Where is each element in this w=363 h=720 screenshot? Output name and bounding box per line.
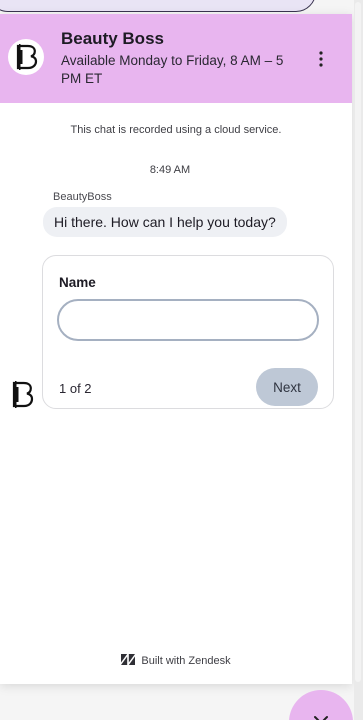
chat-title: Beauty Boss [61,29,164,48]
scrollbar[interactable] [354,0,363,720]
chat-header: Beauty Boss Available Monday to Friday, … [0,14,352,103]
sender-name: BeautyBoss [53,191,112,203]
next-button[interactable]: Next [256,368,318,406]
availability-text: Available Monday to Friday, 8 AM – 5 PM … [61,53,284,86]
agent-message-bubble: Hi there. How can I help you today? [43,207,287,237]
agent-avatar-icon [7,379,37,409]
chat-widget: Beauty Boss Available Monday to Friday, … [0,14,352,684]
name-form-card: Name 1 of 2 Next [42,255,334,409]
zendesk-logo-icon [121,654,136,668]
recording-notice: This chat is recorded using a cloud serv… [70,124,282,136]
beautyboss-logo-icon [8,39,44,75]
close-launcher-button[interactable] [289,690,353,720]
page: Beauty Boss Available Monday to Friday, … [0,0,363,720]
footer-text: Built with Zendesk [141,655,231,667]
page-search-pill [0,0,316,12]
scrollbar-thumb[interactable] [355,2,361,682]
close-icon [313,712,329,720]
powered-by-footer[interactable]: Built with Zendesk [0,654,352,668]
name-input[interactable] [57,299,319,341]
more-vertical-icon[interactable] [307,48,335,70]
message-timestamp: 8:49 AM [149,164,191,176]
form-step-indicator: 1 of 2 [59,381,92,396]
name-field-label: Name [59,275,96,290]
